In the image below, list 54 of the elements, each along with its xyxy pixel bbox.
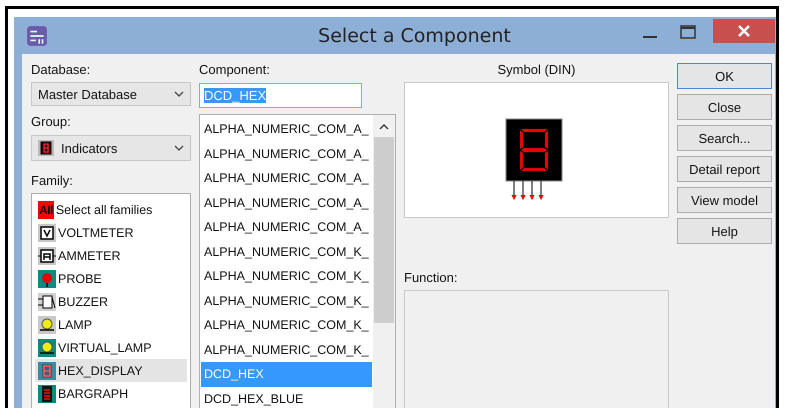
component-item[interactable]: ALPHA_NUMERIC_COM_A_ [201, 166, 372, 190]
component-item[interactable]: ALPHA_NUMERIC_COM_A_ [201, 215, 372, 240]
close-icon [738, 24, 750, 36]
bargraph-icon [38, 384, 56, 402]
family-item[interactable]: All Select all families [35, 198, 187, 221]
symbol-label: Symbol (DIN) [496, 62, 576, 77]
component-item[interactable]: ALPHA_NUMERIC_COM_A_ [201, 190, 372, 215]
dialog-button[interactable]: Close [677, 94, 772, 120]
family-item[interactable]: HEX_DISPLAY [35, 359, 187, 382]
component-label: Component: [199, 62, 271, 77]
database-label: Database: [31, 62, 92, 77]
scrollbar-thumb[interactable] [374, 137, 394, 323]
family-label: Family: [31, 173, 74, 188]
component-item[interactable]: ALPHA_NUMERIC_COM_K_ [201, 288, 372, 313]
component-item[interactable]: ALPHA_NUMERIC_COM_K_ [201, 264, 372, 288]
component-item[interactable]: ALPHA_NUMERIC_COM_A_ [201, 142, 372, 166]
component-item[interactable]: DCD_HEX_BLUE [201, 386, 372, 408]
dialog-button[interactable]: View model [677, 187, 772, 213]
dialog-button[interactable]: Search... [677, 125, 772, 151]
family-item[interactable]: BUZZER [35, 290, 187, 313]
meter-icon [38, 224, 56, 242]
component-item[interactable]: ALPHA_NUMERIC_COM_K_ [201, 338, 372, 362]
database-dropdown[interactable]: Master Database [31, 82, 191, 106]
meter-icon [38, 246, 56, 264]
maximize-icon [680, 24, 696, 38]
component-item[interactable]: ALPHA_NUMERIC_COM_K_ [201, 240, 372, 264]
function-label: Function: [404, 270, 458, 285]
lamp-icon [38, 338, 56, 356]
component-item[interactable]: ALPHA_NUMERIC_COM_K_ [201, 313, 372, 338]
dialog-button[interactable]: OK [677, 63, 772, 89]
family-item[interactable]: LAMP [35, 313, 187, 336]
lamp-icon [38, 316, 56, 334]
family-item[interactable]: VIRTUAL_LAMP [35, 336, 187, 359]
family-item[interactable]: BARGRAPH [35, 382, 187, 405]
scroll-up-icon[interactable] [379, 124, 389, 130]
chevron-down-icon [174, 91, 184, 97]
window-title: Select a Component [317, 24, 512, 46]
family-item[interactable]: VOLTMETER [35, 221, 187, 244]
close-button[interactable] [713, 18, 775, 42]
chevron-down-icon [174, 145, 184, 151]
seven-segment-icon [38, 362, 56, 380]
family-item[interactable]: AMMETER [35, 244, 187, 267]
app-icon [26, 24, 48, 46]
probe-icon [38, 270, 56, 288]
all-families-icon: All [38, 200, 54, 218]
buzzer-icon [38, 292, 56, 310]
group-dropdown[interactable]: Indicators [31, 135, 191, 161]
component-item[interactable]: ALPHA_NUMERIC_COM_A_ [201, 117, 372, 142]
seven-segment-icon [38, 140, 54, 156]
minimize-icon [643, 36, 657, 38]
dialog-button[interactable]: Help [677, 218, 772, 244]
family-item[interactable]: PROBE [35, 267, 187, 290]
group-label: Group: [31, 114, 72, 129]
dialog-button[interactable]: Detail report [677, 156, 772, 182]
